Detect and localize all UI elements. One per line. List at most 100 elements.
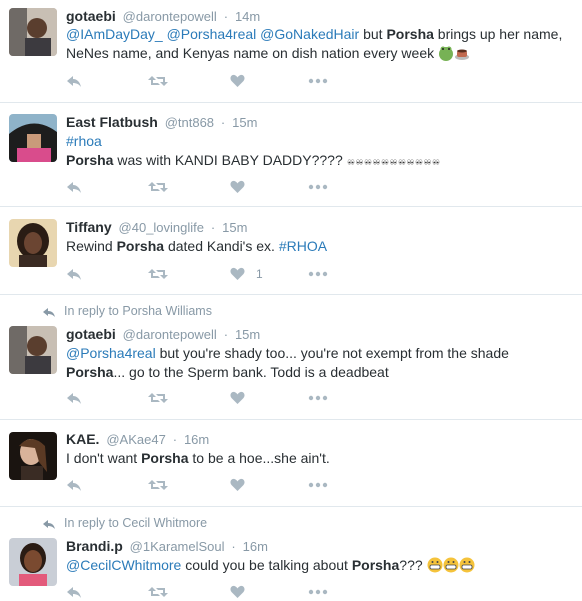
user-handle[interactable]: @darontepowell xyxy=(123,9,217,24)
reply-icon[interactable] xyxy=(66,180,82,194)
avatar[interactable] xyxy=(9,432,57,480)
like-heart-icon[interactable] xyxy=(230,267,245,281)
reply-icon[interactable] xyxy=(66,391,82,405)
more-dots-icon[interactable] xyxy=(308,391,328,405)
more-dots-icon[interactable] xyxy=(308,267,328,281)
like-heart-icon[interactable] xyxy=(230,478,245,492)
user-name[interactable]: Tiffany xyxy=(66,219,112,235)
timestamp[interactable]: 15m xyxy=(235,327,260,342)
retweet-icon[interactable] xyxy=(148,585,168,599)
user-handle[interactable]: @AKae47 xyxy=(106,432,165,447)
keyword-bold: Porsha xyxy=(386,26,434,42)
user-name[interactable]: East Flatbush xyxy=(66,114,158,130)
eyes-emoji xyxy=(415,159,422,165)
tweet-text: I don't want Porsha to be a hoe...she ai… xyxy=(66,449,576,468)
more-dots-icon[interactable] xyxy=(308,180,328,194)
reply-prefix: In reply to xyxy=(64,516,119,530)
user-name[interactable]: KAE. xyxy=(66,431,99,447)
tweet-text: Rewind Porsha dated Kandi's ex. #RHOA xyxy=(66,237,576,256)
hashtag-link[interactable]: #rhoa xyxy=(66,133,102,149)
retweet-icon[interactable] xyxy=(148,74,168,88)
separator-dot: · xyxy=(220,115,226,130)
user-handle[interactable]: @40_lovinglife xyxy=(119,220,204,235)
mention-link[interactable]: @GoNakedHair xyxy=(260,26,359,42)
reply-to-name[interactable]: Porsha Williams xyxy=(122,304,212,318)
avatar-image xyxy=(9,114,57,162)
timestamp[interactable]: 15m xyxy=(232,115,257,130)
tweet-6[interactable]: In reply to Cecil Whitmore Brandi.p @1Ka… xyxy=(0,507,582,598)
text-segment: NeNes name, and Kenyas name on dish nati… xyxy=(66,45,435,61)
retweet-icon[interactable] xyxy=(148,391,168,405)
mention-link[interactable]: @CecilCWhitmore xyxy=(66,557,181,573)
tweet-actions: 1 xyxy=(66,267,366,283)
tweet-header: Brandi.p @1KaramelSoul · 16m xyxy=(66,538,268,554)
text-segment: brings up her name, xyxy=(433,26,563,42)
tweet-actions xyxy=(66,74,366,90)
eyes-emoji xyxy=(423,159,431,165)
timestamp[interactable]: 16m xyxy=(243,539,268,554)
eyes-emoji xyxy=(372,159,380,165)
tweet-header: KAE. @AKae47 · 16m xyxy=(66,431,209,447)
tweet-3[interactable]: Tiffany @40_lovinglife · 15m Rewind Pors… xyxy=(0,207,582,295)
user-handle[interactable]: @1KaramelSoul xyxy=(130,539,225,554)
tweet-1[interactable]: gotaebi @darontepowell · 14m @IAmDayDay_… xyxy=(0,0,582,103)
like-heart-icon[interactable] xyxy=(230,180,245,194)
retweet-icon[interactable] xyxy=(148,478,168,492)
tweet-4[interactable]: In reply to Porsha Williams gotaebi @dar… xyxy=(0,295,582,420)
reply-icon[interactable] xyxy=(66,267,82,281)
user-name[interactable]: Brandi.p xyxy=(66,538,123,554)
avatar[interactable] xyxy=(9,8,57,56)
reply-context[interactable]: In reply to Porsha Williams xyxy=(42,304,212,318)
user-name[interactable]: gotaebi xyxy=(66,8,116,24)
retweet-icon[interactable] xyxy=(148,180,168,194)
user-handle[interactable]: @tnt868 xyxy=(165,115,214,130)
like-heart-icon[interactable] xyxy=(230,585,245,599)
eyes-emoji xyxy=(389,159,397,165)
reply-context[interactable]: In reply to Cecil Whitmore xyxy=(42,516,207,530)
timestamp[interactable]: 16m xyxy=(184,432,209,447)
tweet-actions xyxy=(66,585,366,601)
keyword-bold: Porsha xyxy=(141,450,189,466)
eyes-emoji xyxy=(381,159,388,165)
eyes-emoji xyxy=(406,159,414,165)
keyword-bold: Porsha xyxy=(116,238,165,254)
tweet-text: #rhoa Porsha was with KANDI BABY DADDY??… xyxy=(66,132,576,173)
like-heart-icon[interactable] xyxy=(230,391,245,405)
like-count: 1 xyxy=(256,267,263,281)
avatar[interactable] xyxy=(9,219,57,267)
text-segment: could you be talking about xyxy=(181,557,352,573)
avatar[interactable] xyxy=(9,538,57,586)
tweet-2[interactable]: East Flatbush @tnt868 · 15m #rhoa Porsha… xyxy=(0,103,582,207)
tweet-5[interactable]: KAE. @AKae47 · 16m I don't want Porsha t… xyxy=(0,420,582,507)
mention-link[interactable]: @Porsha4real xyxy=(66,345,156,361)
avatar[interactable] xyxy=(9,114,57,162)
keyword-bold: Porsha xyxy=(66,364,114,380)
more-dots-icon[interactable] xyxy=(308,585,328,599)
tweet-header: gotaebi @darontepowell · 15m xyxy=(66,326,260,342)
reply-icon[interactable] xyxy=(66,585,82,599)
timestamp[interactable]: 14m xyxy=(235,9,260,24)
tweet-text: @Porsha4real but you're shady too... you… xyxy=(66,344,576,382)
user-handle[interactable]: @darontepowell xyxy=(123,327,217,342)
mention-link[interactable]: @IAmDayDay_ xyxy=(66,26,163,42)
hashtag-link[interactable]: #RHOA xyxy=(279,238,327,254)
avatar[interactable] xyxy=(9,326,57,374)
more-dots-icon[interactable] xyxy=(308,74,328,88)
reply-to-name[interactable]: Cecil Whitmore xyxy=(122,516,207,530)
reply-icon[interactable] xyxy=(66,478,82,492)
coffee-emoji xyxy=(454,45,470,66)
reply-icon[interactable] xyxy=(66,74,82,88)
retweet-icon[interactable] xyxy=(148,267,168,281)
reply-prefix: In reply to xyxy=(64,304,119,318)
avatar-image xyxy=(9,538,57,586)
user-name[interactable]: gotaebi xyxy=(66,326,116,342)
text-segment: but you're shady too... you're not exemp… xyxy=(155,345,509,361)
separator-dot: · xyxy=(223,327,229,342)
eyes-emoji xyxy=(347,159,354,165)
avatar-image xyxy=(9,326,57,374)
tweet-text: @IAmDayDay_ @Porsha4real @GoNakedHair bu… xyxy=(66,25,576,66)
timestamp[interactable]: 15m xyxy=(222,220,247,235)
mention-link[interactable]: @Porsha4real xyxy=(167,26,257,42)
like-heart-icon[interactable] xyxy=(230,74,245,88)
more-dots-icon[interactable] xyxy=(308,478,328,492)
